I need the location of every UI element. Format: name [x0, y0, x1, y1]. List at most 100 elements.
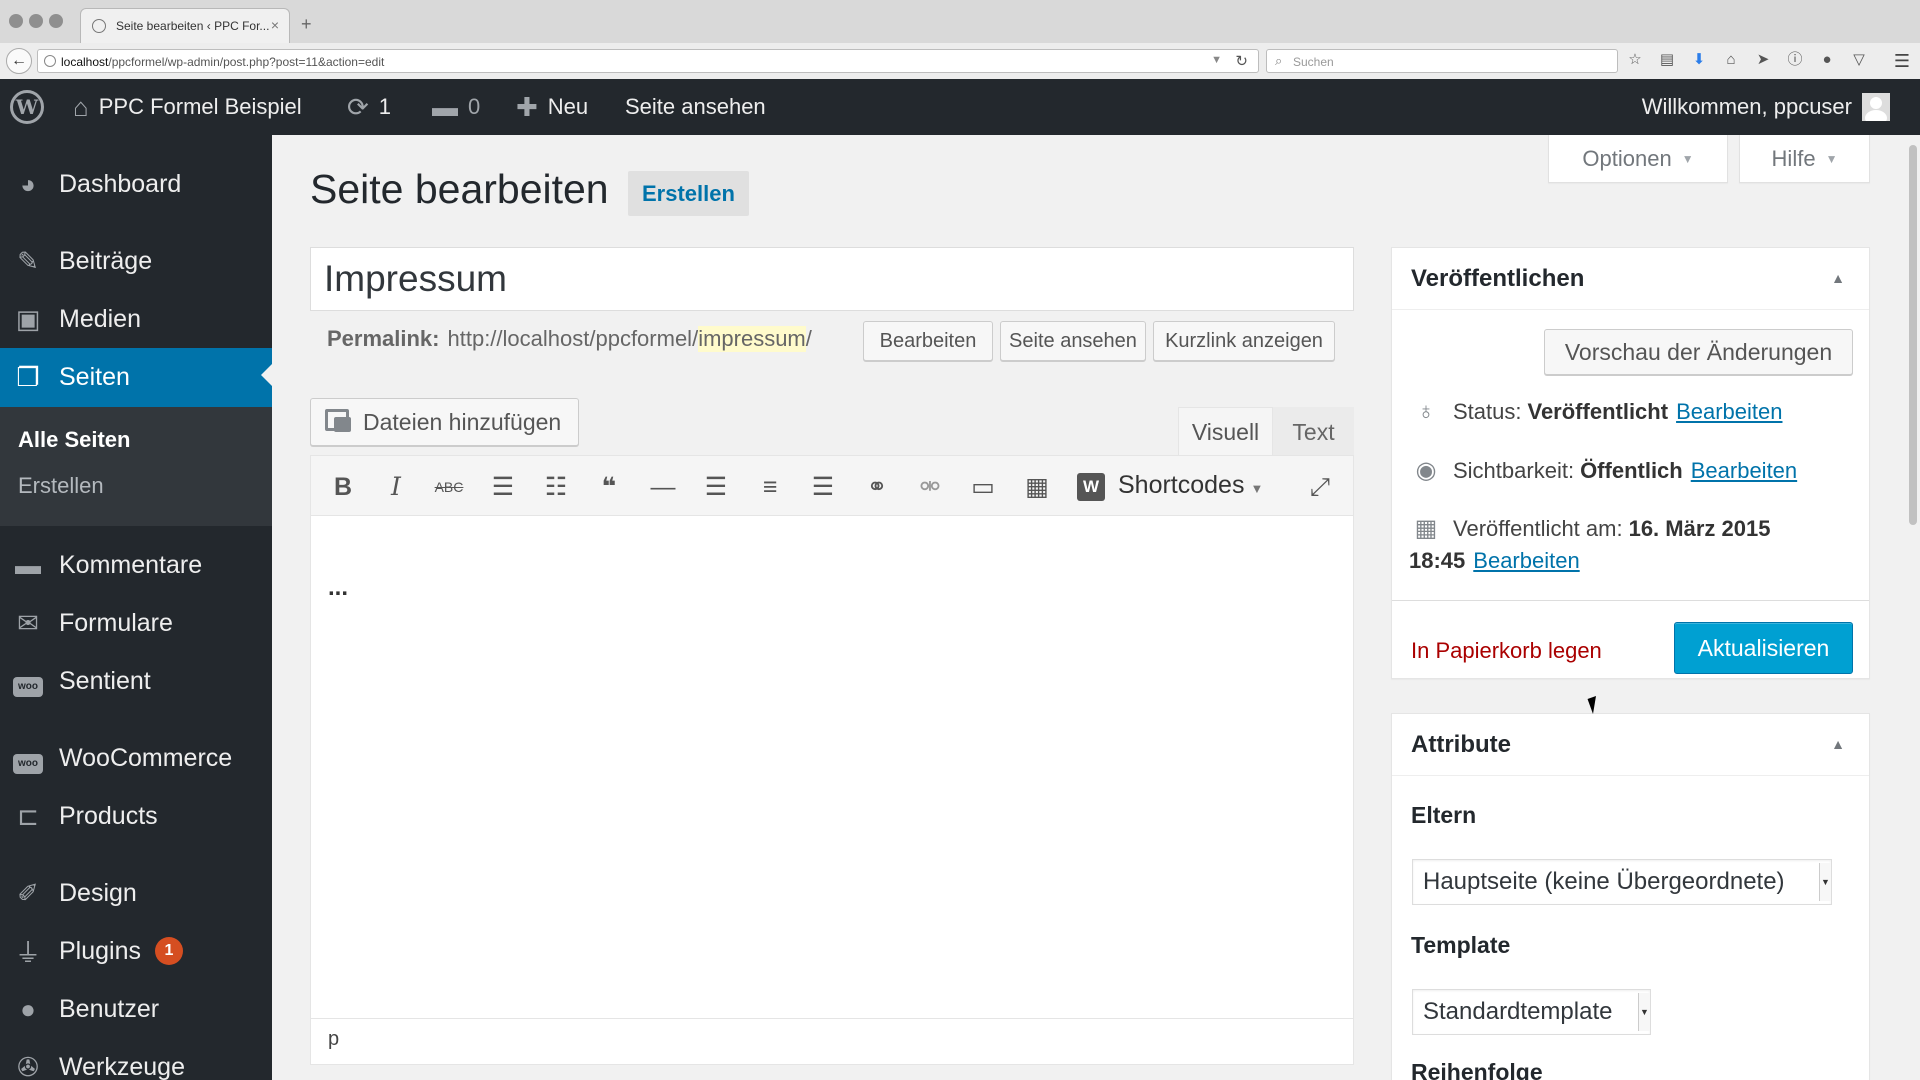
page-scrollbar[interactable]: [1906, 135, 1920, 1080]
updates-link[interactable]: ⟳ 1: [347, 79, 391, 135]
sidebar-item-comments[interactable]: ▬ Kommentare: [0, 539, 272, 591]
scroll-thumb[interactable]: [1909, 145, 1917, 525]
link-icon[interactable]: ⚭: [860, 470, 894, 504]
close-icon[interactable]: ×: [271, 17, 279, 33]
submenu-all-pages[interactable]: Alle Seiten: [18, 427, 130, 453]
wp-logo-menu[interactable]: W: [10, 79, 44, 135]
unlink-icon[interactable]: ⚮: [913, 470, 947, 504]
edit-permalink-button[interactable]: Bearbeiten: [863, 321, 993, 361]
shield-icon[interactable]: ▽: [1850, 51, 1868, 69]
bookmark-star-icon[interactable]: ☆: [1626, 51, 1644, 69]
sidebar-item-media[interactable]: ▣ Medien: [0, 293, 272, 345]
bold-icon[interactable]: B: [326, 470, 360, 504]
add-new-page-button[interactable]: Erstellen: [628, 171, 749, 216]
comments-link[interactable]: ▬ 0: [432, 79, 480, 135]
new-content-link[interactable]: ✚ Neu: [516, 79, 588, 135]
tab-visual[interactable]: Visuell: [1178, 407, 1273, 457]
template-select[interactable]: Standardtemplate ▼: [1412, 989, 1651, 1035]
add-media-label: Dateien hinzufügen: [363, 408, 562, 435]
hamburger-menu-icon[interactable]: ☰: [1894, 51, 1910, 72]
italic-icon[interactable]: I: [379, 470, 413, 504]
wp-admin-bar: W ⌂ PPC Formel Beispiel ⟳ 1 ▬ 0 ✚ Neu Se…: [0, 79, 1920, 135]
site-name-link[interactable]: ⌂ PPC Formel Beispiel: [73, 79, 302, 135]
strikethrough-icon[interactable]: ABC: [432, 470, 466, 504]
sidebar-item-woocommerce[interactable]: woo WooCommerce: [0, 732, 272, 784]
submenu-create[interactable]: Erstellen: [18, 473, 104, 499]
post-title-input[interactable]: Impressum: [310, 247, 1354, 311]
collapse-icon[interactable]: ▲: [1831, 736, 1845, 752]
pages-icon: ❐: [16, 362, 40, 392]
align-right-icon[interactable]: ☰: [806, 470, 840, 504]
shortlink-button[interactable]: Kurzlink anzeigen: [1153, 321, 1335, 361]
permalink-slug[interactable]: impressum: [698, 326, 806, 352]
eye-icon: ◉: [1415, 457, 1437, 484]
close-window-button[interactable]: [9, 14, 23, 28]
sidebar-item-pages[interactable]: ❐ Seiten: [0, 348, 272, 407]
tab-text[interactable]: Text: [1273, 407, 1354, 457]
horizontal-rule-icon[interactable]: —: [646, 470, 680, 504]
my-account-menu[interactable]: Willkommen, ppcuser: [1642, 79, 1890, 135]
comments-count: 0: [468, 94, 481, 119]
read-more-icon[interactable]: ▭: [966, 470, 1000, 504]
sidebar-item-tools[interactable]: ✇ Werkzeuge: [0, 1041, 272, 1080]
attributes-box-header[interactable]: Attribute ▲: [1392, 714, 1869, 776]
reload-icon[interactable]: ↻: [1235, 52, 1248, 70]
download-icon[interactable]: ⬇: [1690, 51, 1708, 69]
sidebar-item-label: Formulare: [59, 608, 173, 637]
preview-changes-button[interactable]: Vorschau der Änderungen: [1544, 329, 1853, 375]
sidebar-item-products[interactable]: ⊏ Products: [0, 790, 272, 842]
sidebar-item-forms[interactable]: ✉ Formulare: [0, 597, 272, 649]
update-button[interactable]: Aktualisieren: [1674, 622, 1853, 674]
editor-content[interactable]: ...: [328, 574, 348, 602]
search-input[interactable]: ⌕ Suchen: [1266, 49, 1618, 73]
screen-options-button[interactable]: Optionen ▼: [1548, 135, 1728, 183]
edit-visibility-link[interactable]: Bearbeiten: [1691, 458, 1797, 484]
published-date: 16. März 2015: [1628, 515, 1771, 541]
reading-list-icon[interactable]: ▤: [1658, 51, 1676, 69]
sidebar-item-posts[interactable]: ✎ Beiträge: [0, 235, 272, 287]
help-button[interactable]: Hilfe ▼: [1739, 135, 1870, 183]
sidebar-item-dashboard[interactable]: ◕ Dashboard: [0, 158, 272, 210]
help-label: Hilfe: [1771, 145, 1816, 171]
edit-status-link[interactable]: Bearbeiten: [1676, 399, 1782, 425]
updates-count: 1: [378, 94, 392, 119]
add-media-button[interactable]: Dateien hinzufügen: [310, 398, 579, 446]
sidebar-item-plugins[interactable]: ⏚ Plugins 1: [0, 925, 272, 977]
sidebar-item-users[interactable]: ● Benutzer: [0, 983, 272, 1035]
zoom-window-button[interactable]: [49, 14, 63, 28]
shortcodes-dropdown[interactable]: Shortcodes ▼: [1118, 471, 1263, 500]
sidebar-item-label: Dashboard: [59, 169, 182, 198]
view-page-link[interactable]: Seite ansehen: [625, 79, 766, 135]
sidebar-item-sentient[interactable]: woo Sentient: [0, 655, 272, 707]
minimize-window-button[interactable]: [29, 14, 43, 28]
home-icon[interactable]: ⌂: [1722, 51, 1740, 69]
chat-icon[interactable]: ●: [1818, 51, 1836, 69]
collapse-icon[interactable]: ▲: [1831, 270, 1845, 286]
bullet-list-icon[interactable]: ☰: [486, 470, 520, 504]
edit-date-link[interactable]: Bearbeiten: [1473, 548, 1579, 574]
fullscreen-icon[interactable]: ⤢: [1303, 470, 1337, 504]
view-page-button[interactable]: Seite ansehen: [1000, 321, 1146, 361]
new-tab-button[interactable]: +: [301, 14, 312, 35]
publish-box-header[interactable]: Veröffentlichen ▲: [1392, 248, 1869, 310]
sidebar-item-design[interactable]: ✐ Design: [0, 867, 272, 919]
shortcode-w-icon[interactable]: W: [1077, 473, 1105, 501]
align-center-icon[interactable]: ≡: [753, 470, 787, 504]
numbered-list-icon[interactable]: ☷: [539, 470, 573, 504]
blockquote-icon[interactable]: ❝: [592, 470, 626, 504]
sidebar-item-label: Medien: [59, 304, 141, 333]
browser-tab[interactable]: Seite bearbeiten ‹ PPC For... ×: [80, 8, 290, 43]
move-to-trash-link[interactable]: In Papierkorb legen: [1411, 638, 1602, 664]
toolbar-toggle-icon[interactable]: ▦: [1020, 470, 1054, 504]
tab-title: Seite bearbeiten ‹ PPC For...: [116, 19, 270, 33]
attributes-box: Attribute ▲ Eltern Hauptseite (keine Übe…: [1391, 713, 1870, 1080]
permalink-label: Permalink:: [327, 326, 440, 351]
parent-select[interactable]: Hauptseite (keine Übergeordnete) ▼: [1412, 859, 1832, 905]
chevron-down-icon[interactable]: ▼: [1211, 54, 1222, 66]
woo-icon: woo: [13, 742, 43, 774]
extension-icon[interactable]: ⓘ: [1786, 51, 1804, 69]
url-bar[interactable]: localhost/ppcformel/wp-admin/post.php?po…: [37, 49, 1259, 73]
align-left-icon[interactable]: ☰: [699, 470, 733, 504]
back-button[interactable]: ←: [6, 48, 32, 74]
send-icon[interactable]: ➤: [1754, 51, 1772, 69]
